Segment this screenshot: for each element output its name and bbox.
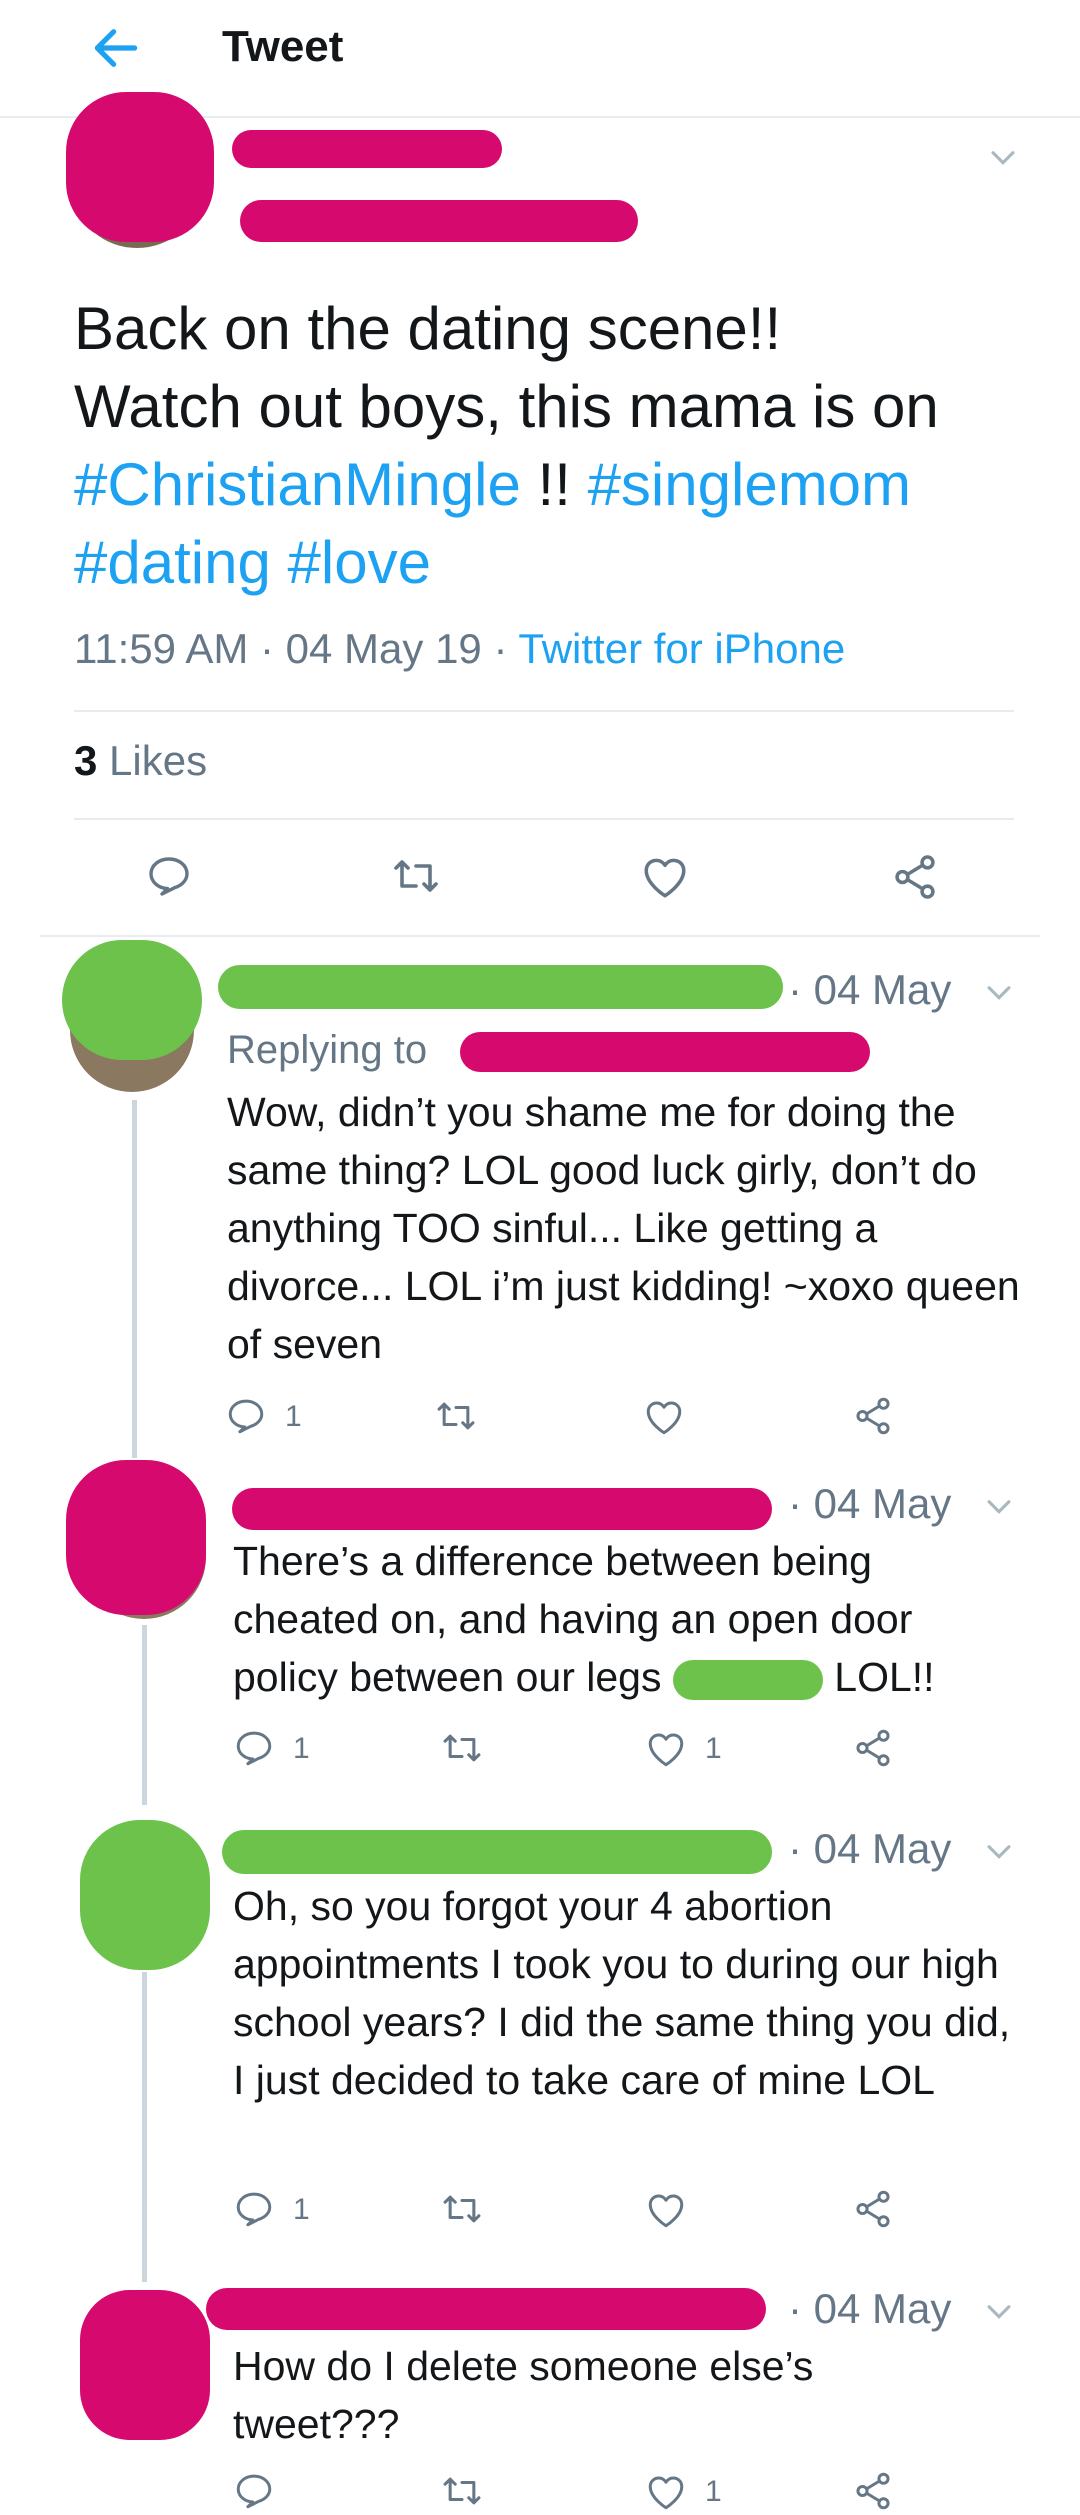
thread-line [142, 1625, 147, 1805]
like-count: 1 [705, 1732, 722, 1765]
reply-count: 1 [285, 1400, 302, 1433]
share-icon[interactable] [852, 1727, 894, 1769]
separator-dot: · [493, 625, 519, 672]
retweet-icon[interactable] [440, 2188, 484, 2230]
reply-date: · 04 May [788, 1825, 952, 1872]
tweet-line: Back on the dating scene!! [74, 295, 782, 362]
tweet-time: 11:59 AM [74, 625, 249, 672]
redaction-mark [62, 940, 202, 1060]
tweet-line: #ChristianMingle !! #singlemom [74, 446, 1034, 524]
retweet-icon[interactable] [390, 852, 442, 900]
back-arrow-icon[interactable] [88, 20, 144, 76]
likes-number: 3 [74, 737, 98, 784]
page-title: Tweet [222, 22, 344, 71]
like-heart-icon[interactable] [643, 1397, 685, 1437]
reply-text: Oh, so you forgot your 4 abortion appoin… [233, 1883, 1011, 2103]
reply-date: · 04 May [788, 1480, 952, 1527]
reply-count: 1 [293, 1732, 310, 1765]
redaction-mark [232, 130, 502, 168]
retweet-icon[interactable] [440, 1727, 484, 1769]
reply-text: How do I delete someone else’s tweet??? [233, 2343, 814, 2447]
reply-count: 1 [293, 2193, 310, 2226]
tweet-line: Watch out boys, this mama is on [74, 373, 939, 440]
chevron-down-icon[interactable] [982, 2294, 1016, 2328]
redaction-mark [232, 1488, 772, 1530]
hashtag-link[interactable]: #dating [74, 529, 271, 596]
redaction-mark [206, 2288, 766, 2330]
reply-icon[interactable] [233, 2188, 275, 2230]
tweet-text: Back on the dating scene!! Watch out boy… [74, 290, 1034, 602]
hashtag-link[interactable]: #ChristianMingle [74, 451, 521, 518]
redaction-mark [66, 92, 214, 242]
like-heart-icon[interactable] [645, 2472, 687, 2512]
hashtag-link[interactable]: #love [288, 529, 431, 596]
reply-icon[interactable] [145, 852, 193, 900]
hashtag-link[interactable]: #singlemom [588, 451, 911, 518]
redaction-mark [672, 1660, 823, 1701]
tweet-line: #dating #love [74, 524, 1034, 602]
chevron-down-icon[interactable] [982, 1489, 1016, 1523]
replying-label: Replying to [227, 1028, 428, 1072]
retweet-icon[interactable] [440, 2470, 484, 2512]
thread-line [142, 1972, 147, 2282]
chevron-down-icon[interactable] [986, 140, 1020, 174]
tweet-source-link[interactable]: Twitter for iPhone [518, 625, 845, 672]
redaction-mark [80, 2290, 210, 2440]
redaction-mark [66, 1460, 206, 1615]
tweet-text-fragment: !! [520, 451, 588, 518]
redaction-mark [460, 1032, 870, 1072]
chevron-down-icon[interactable] [982, 975, 1016, 1009]
share-icon[interactable] [852, 1395, 894, 1437]
like-heart-icon[interactable] [640, 854, 690, 900]
thread-line [132, 1100, 137, 1458]
divider [40, 935, 1040, 937]
share-icon[interactable] [852, 2188, 894, 2230]
share-icon[interactable] [890, 852, 940, 902]
reply-text: There’s a difference between being cheat… [233, 1532, 1013, 1706]
replying-to: Replying to [227, 1028, 427, 1073]
separator-dot: · [260, 625, 286, 672]
chevron-down-icon[interactable] [982, 1834, 1016, 1868]
reply-icon[interactable] [233, 2470, 275, 2512]
reply-icon[interactable] [233, 1727, 275, 1769]
likes-label: Likes [109, 737, 208, 784]
reply-text-fragment: LOL!! [834, 1654, 935, 1700]
redaction-mark [222, 1830, 772, 1874]
reply-date: · 04 May [788, 2285, 952, 2332]
redaction-mark [80, 1820, 210, 1970]
like-heart-icon[interactable] [645, 2190, 687, 2230]
likes-count[interactable]: 3 Likes [74, 737, 207, 785]
redaction-mark [240, 200, 638, 242]
tweet-meta: 11:59 AM · 04 May 19 · Twitter for iPhon… [74, 625, 845, 673]
reply-icon[interactable] [225, 1395, 267, 1437]
divider [74, 818, 1014, 820]
retweet-icon[interactable] [434, 1395, 478, 1437]
share-icon[interactable] [852, 2470, 894, 2512]
redaction-mark [218, 965, 783, 1009]
reply-date: · 04 May [788, 966, 952, 1013]
like-count: 1 [705, 2475, 722, 2508]
reply-text: Wow, didn’t you shame me for doing the s… [227, 1089, 1020, 1367]
divider [74, 710, 1014, 712]
like-heart-icon[interactable] [645, 1729, 687, 1769]
tweet-date: 04 May 19 [285, 625, 482, 672]
